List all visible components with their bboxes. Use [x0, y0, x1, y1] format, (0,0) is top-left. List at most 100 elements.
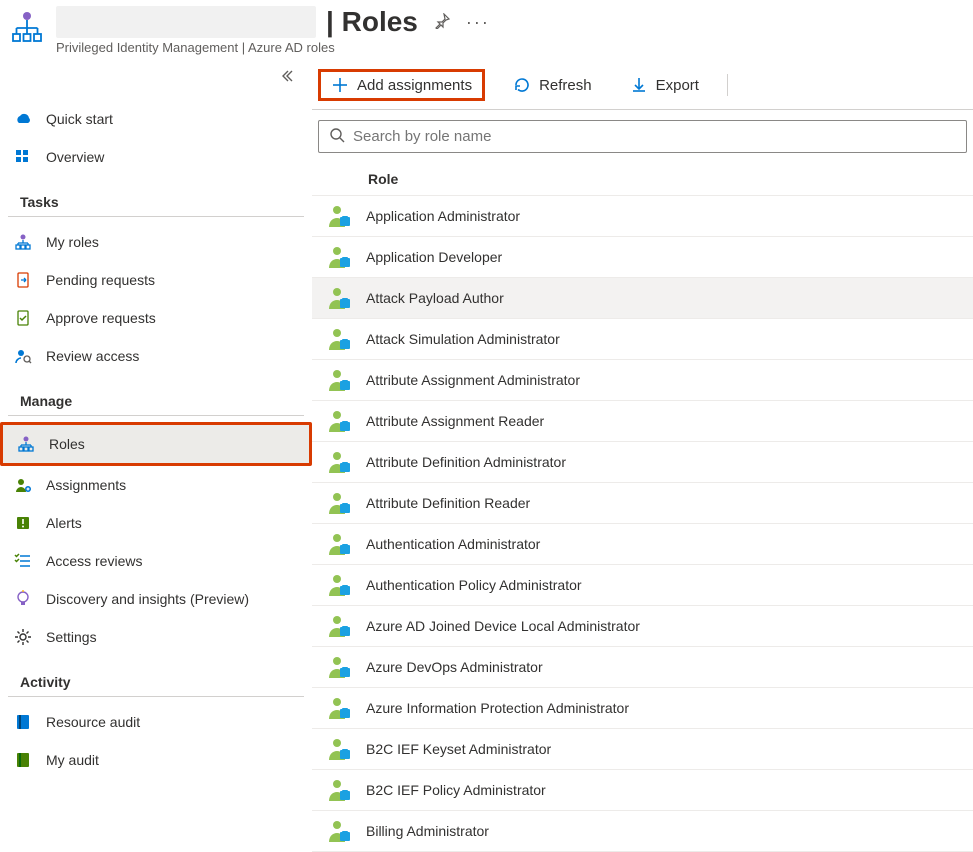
role-name: Azure DevOps Administrator — [366, 659, 543, 675]
toolbar-divider — [727, 74, 728, 96]
sidebar-item-settings[interactable]: Settings — [0, 618, 312, 656]
role-row[interactable]: Application Administrator — [312, 196, 973, 237]
sidebar: Quick start Overview Tasks My roles Pending… — [0, 59, 312, 779]
sidebar-item-resource-audit[interactable]: Resource audit — [0, 703, 312, 741]
sidebar-item-label: My audit — [46, 752, 99, 768]
book-blue-icon — [14, 713, 32, 731]
refresh-icon — [513, 76, 531, 94]
person-search-icon — [14, 347, 32, 365]
sidebar-item-label: Review access — [46, 348, 139, 364]
role-row[interactable]: Azure DevOps Administrator — [312, 647, 973, 688]
clipboard-arrow-icon — [14, 271, 32, 289]
collapse-sidebar-button[interactable] — [0, 69, 312, 94]
role-row[interactable]: Attribute Assignment Administrator — [312, 360, 973, 401]
role-name: Application Administrator — [366, 208, 520, 224]
role-icon — [326, 326, 352, 352]
toolbar: Add assignments Refresh Export — [312, 63, 973, 110]
role-row[interactable]: B2C IEF Keyset Administrator — [312, 729, 973, 770]
role-row[interactable]: Attribute Definition Reader — [312, 483, 973, 524]
role-row[interactable]: Authentication Policy Administrator — [312, 565, 973, 606]
search-icon — [329, 127, 345, 146]
plus-icon — [331, 76, 349, 94]
sidebar-item-overview[interactable]: Overview — [0, 138, 312, 176]
export-label: Export — [656, 77, 699, 94]
role-icon — [326, 285, 352, 311]
sidebar-item-label: Overview — [46, 149, 104, 165]
role-icon — [326, 695, 352, 721]
add-assignments-button[interactable]: Add assignments — [318, 69, 485, 101]
clipboard-check-icon — [14, 309, 32, 327]
page-title: | Roles — [326, 6, 418, 38]
sidebar-item-pending-requests[interactable]: Pending requests — [0, 261, 312, 299]
role-row[interactable]: Application Developer — [312, 237, 973, 278]
checklist-icon — [14, 552, 32, 570]
breadcrumb: Privileged Identity Management | Azure A… — [56, 40, 963, 55]
sidebar-item-discovery-and-insights-preview-[interactable]: Discovery and insights (Preview) — [0, 580, 312, 618]
export-button[interactable]: Export — [620, 70, 709, 100]
role-row[interactable]: Billing Administrator — [312, 811, 973, 852]
role-name: B2C IEF Keyset Administrator — [366, 741, 551, 757]
sidebar-item-my-roles[interactable]: My roles — [0, 223, 312, 261]
download-icon — [630, 76, 648, 94]
pin-icon[interactable] — [434, 13, 450, 32]
sidebar-item-quick-start[interactable]: Quick start — [0, 100, 312, 138]
book-green-icon — [14, 751, 32, 769]
sidebar-item-label: Alerts — [46, 515, 82, 531]
sidebar-item-roles[interactable]: Roles — [0, 422, 312, 466]
role-row[interactable]: Attack Payload Author — [312, 278, 973, 319]
alert-icon — [14, 514, 32, 532]
role-icon — [326, 244, 352, 270]
role-row[interactable]: Attack Simulation Administrator — [312, 319, 973, 360]
sidebar-item-my-audit[interactable]: My audit — [0, 741, 312, 779]
sidebar-item-access-reviews[interactable]: Access reviews — [0, 542, 312, 580]
role-name: Billing Administrator — [366, 823, 489, 839]
sidebar-item-label: Roles — [49, 436, 85, 452]
search-box[interactable] — [318, 120, 967, 153]
sidebar-item-label: Assignments — [46, 477, 126, 493]
role-row[interactable]: B2C IEF Policy Administrator — [312, 770, 973, 811]
role-name: Attack Payload Author — [366, 290, 504, 306]
resource-icon — [10, 10, 44, 47]
search-input[interactable] — [353, 128, 956, 145]
role-icon — [326, 490, 352, 516]
table-column-role[interactable]: Role — [312, 163, 973, 196]
sidebar-item-label: Discovery and insights (Preview) — [46, 591, 249, 607]
role-row[interactable]: Attribute Definition Administrator — [312, 442, 973, 483]
sidebar-item-assignments[interactable]: Assignments — [0, 466, 312, 504]
refresh-button[interactable]: Refresh — [503, 70, 602, 100]
role-name: Authentication Policy Administrator — [366, 577, 582, 593]
sidebar-item-label: My roles — [46, 234, 99, 250]
role-icon — [326, 572, 352, 598]
bulb-icon — [14, 590, 32, 608]
sidebar-item-alerts[interactable]: Alerts — [0, 504, 312, 542]
role-row[interactable]: Attribute Assignment Reader — [312, 401, 973, 442]
role-icon — [326, 613, 352, 639]
sidebar-item-label: Access reviews — [46, 553, 142, 569]
page-header: | Roles ··· Privileged Identity Manageme… — [0, 0, 973, 59]
more-icon[interactable]: ··· — [466, 12, 490, 33]
role-icon — [326, 367, 352, 393]
role-name: Attribute Definition Reader — [366, 495, 530, 511]
role-row[interactable]: Authentication Administrator — [312, 524, 973, 565]
role-name: B2C IEF Policy Administrator — [366, 782, 546, 798]
gear-icon — [14, 628, 32, 646]
cloud-icon — [14, 110, 32, 128]
sidebar-item-label: Pending requests — [46, 272, 155, 288]
person-plus-icon — [14, 476, 32, 494]
sidebar-section-manage: Manage — [8, 375, 304, 416]
sidebar-item-approve-requests[interactable]: Approve requests — [0, 299, 312, 337]
role-name: Attribute Assignment Reader — [366, 413, 544, 429]
role-name: Attribute Definition Administrator — [366, 454, 566, 470]
role-row[interactable]: Azure AD Joined Device Local Administrat… — [312, 606, 973, 647]
role-name: Authentication Administrator — [366, 536, 540, 552]
role-row[interactable]: Azure Information Protection Administrat… — [312, 688, 973, 729]
refresh-label: Refresh — [539, 77, 592, 94]
sidebar-item-review-access[interactable]: Review access — [0, 337, 312, 375]
grid-icon — [14, 148, 32, 166]
sidebar-section-tasks: Tasks — [8, 176, 304, 217]
role-icon — [326, 736, 352, 762]
add-assignments-label: Add assignments — [357, 77, 472, 94]
org-icon — [17, 435, 35, 453]
role-icon — [326, 654, 352, 680]
role-icon — [326, 531, 352, 557]
